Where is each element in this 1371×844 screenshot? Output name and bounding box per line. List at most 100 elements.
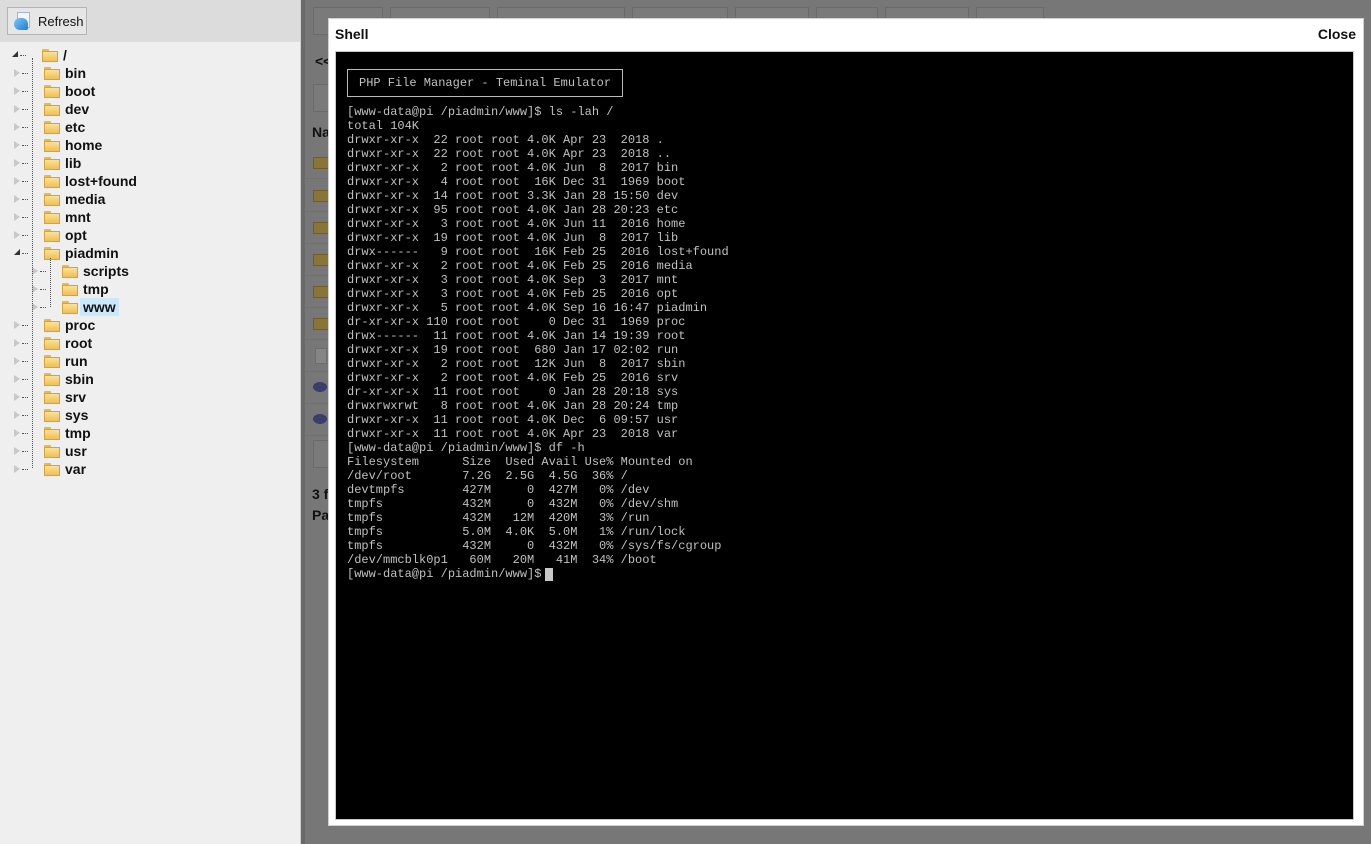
tree-node-label[interactable]: proc [62,316,98,334]
expand-icon[interactable] [14,321,20,329]
folder-icon [44,138,60,152]
tree-node-label[interactable]: root [62,334,95,352]
tree-node-opt[interactable]: opt [14,226,90,244]
tree-node-home[interactable]: home [14,136,105,154]
expand-icon[interactable] [14,447,20,455]
tree-node-label[interactable]: tmp [80,280,112,298]
tree-node-var[interactable]: var [14,460,89,478]
tree-node-label[interactable]: var [62,460,89,478]
expand-icon[interactable] [14,195,20,203]
expand-icon[interactable] [14,141,20,149]
terminal-line: drwxr-xr-x 22 root root 4.0K Apr 23 2018… [347,133,664,147]
expand-icon[interactable] [14,105,20,113]
tree-node-etc[interactable]: etc [14,118,88,136]
tree-node-srv[interactable]: srv [14,388,89,406]
collapse-icon[interactable] [14,249,20,255]
tree-node-proc[interactable]: proc [14,316,98,334]
tree-node-piadmin[interactable]: piadmin [14,244,122,262]
tree-node-mnt[interactable]: mnt [14,208,94,226]
expand-icon[interactable] [14,429,20,437]
folder-icon [42,48,58,62]
tree-node-label[interactable]: piadmin [62,244,122,262]
expand-icon[interactable] [14,159,20,167]
terminal[interactable]: PHP File Manager - Teminal Emulator [www… [335,51,1354,820]
expand-icon[interactable] [14,465,20,473]
tree-node-label[interactable]: media [62,190,108,208]
tree-node-label[interactable]: lib [62,154,84,172]
folder-icon [313,157,329,169]
tree-node-label[interactable]: scripts [80,262,132,280]
tree-node-tmp[interactable]: tmp [32,280,112,298]
folder-icon [44,390,60,404]
folder-icon [313,254,329,266]
tree-node-label[interactable]: tmp [62,424,94,442]
terminal-line: [www-data@pi /piadmin/www]$ ls -lah / [347,105,614,119]
tree-connector [20,55,26,56]
tree-node-scripts[interactable]: scripts [32,262,132,280]
tree-connector [22,469,28,470]
expand-icon[interactable] [14,411,20,419]
tree-node-run[interactable]: run [14,352,91,370]
terminal-line: drwxr-xr-x 11 root root 4.0K Dec 6 09:57… [347,413,679,427]
terminal-line: tmpfs 432M 0 432M 0% /dev/shm [347,497,679,511]
tree-node-label[interactable]: home [62,136,105,154]
tree-node-tmp[interactable]: tmp [14,424,94,442]
tree-connector [22,217,28,218]
folder-icon [44,66,60,80]
tree-node-label[interactable]: mnt [62,208,94,226]
tree-node-www[interactable]: www [32,298,119,316]
tree-node-label[interactable]: srv [62,388,89,406]
folder-icon [44,192,60,206]
tree-node-root[interactable]: root [14,334,95,352]
tree-node-boot[interactable]: boot [14,82,98,100]
tree-node-label[interactable]: lost+found [62,172,140,190]
expand-icon[interactable] [14,213,20,221]
tree-node-lost-found[interactable]: lost+found [14,172,140,190]
terminal-line: drwxr-xr-x 2 root root 4.0K Feb 25 2016 … [347,259,693,273]
tree-node-lib[interactable]: lib [14,154,84,172]
tree-node-label[interactable]: boot [62,82,98,100]
tree-node-usr[interactable]: usr [14,442,90,460]
tree-connector [40,271,46,272]
tree-node--[interactable]: / [12,46,70,64]
expand-icon[interactable] [14,375,20,383]
tree-node-dev[interactable]: dev [14,100,92,118]
tree-node-media[interactable]: media [14,190,108,208]
refresh-button[interactable]: Refresh [7,7,87,35]
expand-icon[interactable] [14,357,20,365]
tree-node-label[interactable]: / [60,46,70,64]
tree-connector [22,397,28,398]
tree-node-label[interactable]: bin [62,64,89,82]
folder-icon [313,286,329,298]
tree-connector [22,127,28,128]
folder-icon [44,354,60,368]
terminal-prompt-line[interactable]: [www-data@pi /piadmin/www]$ [347,567,1353,581]
close-button[interactable]: Close [1318,26,1356,42]
file-count: 3 f [312,486,329,502]
tree-node-sbin[interactable]: sbin [14,370,97,388]
terminal-line: dr-xr-xr-x 11 root root 0 Jan 28 20:18 s… [347,385,679,399]
tree-node-label[interactable]: dev [62,100,92,118]
expand-icon[interactable] [14,339,20,347]
tree-node-label[interactable]: opt [62,226,90,244]
tree-connector [50,258,51,307]
tree-node-label[interactable]: sys [62,406,91,424]
tree-node-label[interactable]: usr [62,442,90,460]
expand-icon[interactable] [14,69,20,77]
folder-icon [44,426,60,440]
tree-node-label[interactable]: run [62,352,91,370]
collapse-icon[interactable] [12,51,18,57]
expand-icon[interactable] [14,231,20,239]
expand-icon[interactable] [14,123,20,131]
tree-node-label[interactable]: sbin [62,370,97,388]
expand-icon[interactable] [14,177,20,185]
expand-icon[interactable] [14,87,20,95]
tree-node-bin[interactable]: bin [14,64,89,82]
expand-icon[interactable] [14,393,20,401]
terminal-line: tmpfs 432M 12M 420M 3% /run [347,511,650,525]
tree-node-label[interactable]: www [80,298,119,316]
folder-icon [44,120,60,134]
tree-node-label[interactable]: etc [62,118,88,136]
terminal-banner: PHP File Manager - Teminal Emulator [347,69,624,97]
tree-node-sys[interactable]: sys [14,406,91,424]
